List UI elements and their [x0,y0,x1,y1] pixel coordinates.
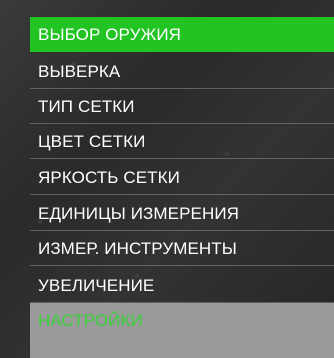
menu-item-units[interactable]: ЕДИНИЦЫ ИЗМЕРЕНИЯ [30,196,334,231]
menu-item-settings[interactable]: НАСТРОЙКИ [30,303,334,358]
menu-item-label: УВЕЛИЧЕНИЕ [38,276,155,295]
menu-item-reticle-color[interactable]: ЦВЕТ СЕТКИ [30,124,334,159]
scope-settings-menu: ВЫБОР ОРУЖИЯ ВЫВЕРКА ТИП СЕТКИ ЦВЕТ СЕТК… [0,0,334,358]
menu-item-label: НАСТРОЙКИ [38,311,143,330]
menu-item-reticle-type[interactable]: ТИП СЕТКИ [30,89,334,124]
menu-item-label: ИЗМЕР. ИНСТРУМЕНТЫ [38,239,237,258]
menu-item-zoom[interactable]: УВЕЛИЧЕНИЕ [30,268,334,303]
menu-item-weapon-selection[interactable]: ВЫБОР ОРУЖИЯ [30,17,334,52]
menu-item-zeroing[interactable]: ВЫВЕРКА [30,54,334,89]
menu-item-label: ТИП СЕТКИ [38,97,135,116]
menu-item-label: ЯРКОСТЬ СЕТКИ [38,168,180,187]
menu-item-label: ВЫВЕРКА [38,62,121,81]
menu-item-label: ЦВЕТ СЕТКИ [38,132,146,151]
menu-item-reticle-brightness[interactable]: ЯРКОСТЬ СЕТКИ [30,160,334,195]
menu-item-label: ЕДИНИЦЫ ИЗМЕРЕНИЯ [38,204,240,223]
menu-item-label: ВЫБОР ОРУЖИЯ [38,25,182,44]
menu-item-measuring-tools[interactable]: ИЗМЕР. ИНСТРУМЕНТЫ [30,231,334,266]
